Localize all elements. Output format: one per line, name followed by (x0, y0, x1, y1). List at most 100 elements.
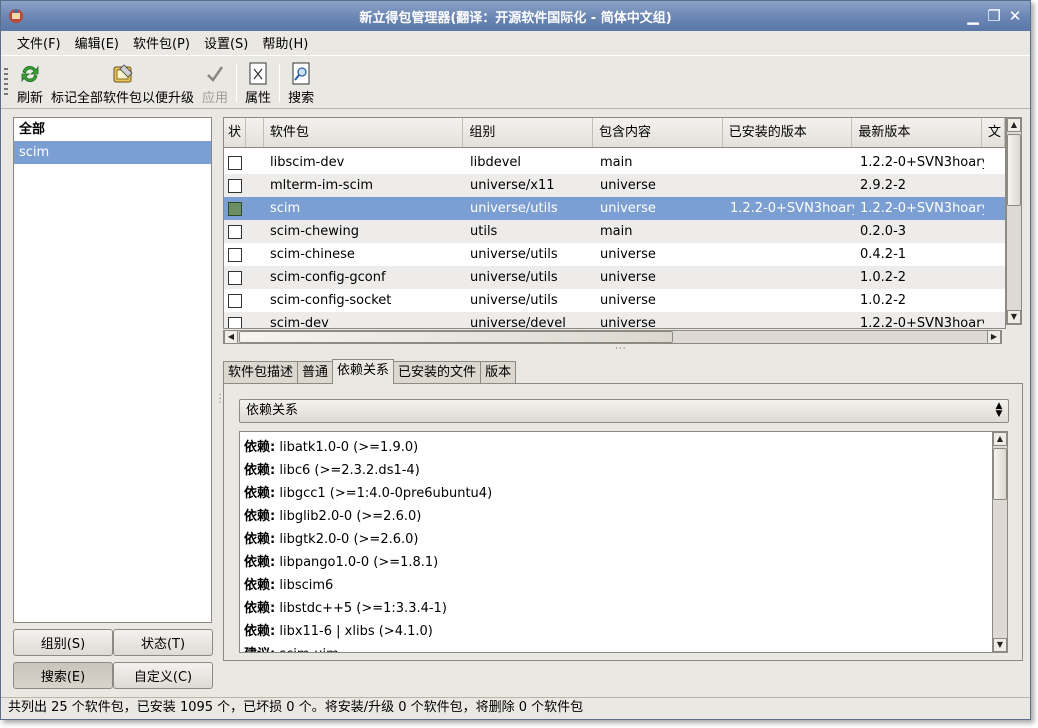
dependency-item[interactable]: 依赖: libgtk2.0-0 (>=2.6.0) (244, 528, 1002, 551)
sections-button[interactable]: 组别(S) (13, 629, 113, 656)
column-header-component[interactable]: 包含内容 (593, 118, 723, 147)
scroll-right-icon[interactable]: ▶ (987, 330, 1001, 344)
dependency-item[interactable]: 依赖: libx11-6 | xlibs (>4.1.0) (244, 620, 1002, 643)
toolbar-separator (236, 64, 238, 102)
refresh-button[interactable]: 刷新 (13, 56, 47, 106)
status-button[interactable]: 状态(T) (113, 629, 213, 656)
search-results-button[interactable]: 搜索(E) (13, 662, 113, 689)
details-tabs: 软件包描述 普通 依赖关系 已安装的文件 版本 (223, 359, 517, 385)
dependency-type-label: 依赖: (244, 555, 276, 570)
mark-all-upgrades-button[interactable]: 标记全部软件包以便升级 (47, 56, 198, 106)
filter-item-all[interactable]: 全部 (14, 118, 211, 141)
tab-installed-files[interactable]: 已安装的文件 (393, 361, 482, 385)
package-status-checkbox[interactable] (228, 201, 242, 216)
package-status-checkbox[interactable] (228, 247, 242, 262)
table-row[interactable]: scim-config-gconf universe/utils universe 1… (224, 266, 1005, 289)
scroll-down-icon[interactable]: ▼ (993, 638, 1007, 652)
dependency-item[interactable]: 依赖: libglib2.0-0 (>=2.6.0) (244, 505, 1002, 528)
package-status-checkbox[interactable] (228, 293, 242, 308)
scroll-thumb[interactable] (1007, 134, 1021, 206)
table-row[interactable]: scim-dev universe/devel universe 1.2.2-0+SV… (224, 312, 1005, 329)
dependency-item[interactable]: 建议: scim-uim (244, 643, 1002, 652)
table-row[interactable]: scim universe/utils universe 1.2.2-0+SVN3ho… (224, 197, 1005, 220)
package-status-checkbox[interactable] (228, 316, 242, 328)
mark-all-upgrades-label: 标记全部软件包以便升级 (51, 91, 195, 106)
column-header-size[interactable]: 文 (982, 118, 1005, 147)
tab-description[interactable]: 软件包描述 (223, 361, 299, 385)
table-row[interactable]: libscim-dev libdevel main 1.2.2-0+SVN3hoary (224, 151, 1005, 174)
menu-help[interactable]: 帮助(H) (256, 33, 314, 52)
main-window: 新立得包管理器(翻译：开源软件国际化 - 简体中文组) ▁ ❐ ✕ 文件(F) … (0, 0, 1031, 720)
scroll-thumb[interactable] (993, 448, 1007, 500)
refresh-icon (19, 62, 41, 86)
menu-edit[interactable]: 编辑(E) (69, 33, 125, 52)
dependency-item[interactable]: 依赖: libscim6 (244, 574, 1002, 597)
package-table-header: 状 软件包 组别 包含内容 已安装的版本 最新版本 文 (224, 118, 1005, 148)
pane-splitter-handle[interactable]: ··· (615, 344, 627, 354)
menu-settings[interactable]: 设置(S) (198, 33, 254, 52)
column-header-status[interactable]: 状 (224, 118, 246, 147)
scroll-thumb[interactable] (239, 331, 673, 343)
dependency-item[interactable]: 依赖: libatk1.0-0 (>=1.9.0) (244, 436, 1002, 459)
dependency-list-vscroll[interactable]: ▲ ▼ (992, 431, 1008, 653)
package-table-hscroll[interactable]: ◀ ▶ (223, 330, 1002, 344)
search-button[interactable]: 搜索 (284, 56, 318, 106)
tab-versions[interactable]: 版本 (480, 361, 517, 385)
apply-button[interactable]: 应用 (198, 56, 232, 106)
dependency-package: libscim6 (279, 578, 334, 593)
dependency-package: libglib2.0-0 (>=2.6.0) (279, 509, 422, 524)
package-name-cell: scim-dev (270, 316, 329, 329)
toolbar-separator (279, 64, 281, 102)
restore-icon[interactable]: ❐ (985, 7, 1003, 25)
table-row[interactable]: scim-chinese universe/utils universe 0.4.2-… (224, 243, 1005, 266)
package-status-checkbox[interactable] (228, 155, 242, 170)
table-row[interactable]: mlterm-im-scim universe/x11 universe 2.9.2-… (224, 174, 1005, 197)
package-status-checkbox[interactable] (228, 270, 242, 285)
minimize-icon[interactable]: ▁ (964, 7, 982, 25)
search-label: 搜索 (288, 91, 315, 106)
package-name-cell: mlterm-im-scim (270, 178, 374, 193)
component-cell: universe (600, 316, 656, 329)
dependency-item[interactable]: 依赖: libc6 (>=2.3.2.ds1-4) (244, 459, 1002, 482)
dependency-item[interactable]: 依赖: libgcc1 (>=1:4.0-0pre6ubuntu4) (244, 482, 1002, 505)
custom-filter-button[interactable]: 自定义(C) (113, 662, 213, 689)
dependency-item[interactable]: 依赖: libpango1.0-0 (>=1.8.1) (244, 551, 1002, 574)
package-status-checkbox[interactable] (228, 224, 242, 239)
scroll-down-icon[interactable]: ▼ (1007, 310, 1021, 324)
section-cell: libdevel (470, 155, 522, 170)
package-status-checkbox[interactable] (228, 178, 242, 193)
scroll-up-icon[interactable]: ▲ (1007, 118, 1021, 132)
scroll-up-icon[interactable]: ▲ (993, 432, 1007, 446)
column-header-installed-version[interactable]: 已安装的版本 (723, 118, 853, 147)
tab-dependencies[interactable]: 依赖关系 (332, 359, 395, 384)
dependency-type-label: 依赖: (244, 601, 276, 616)
tab-common[interactable]: 普通 (297, 361, 334, 385)
latest-version-cell: 1.2.2-0+SVN3hoary (860, 316, 984, 329)
table-row[interactable]: scim-chewing utils main 0.2.0-3 (224, 220, 1005, 243)
menu-file[interactable]: 文件(F) (11, 33, 67, 52)
properties-button[interactable]: 属性 (241, 56, 275, 106)
latest-version-cell: 2.9.2-2 (860, 178, 907, 193)
package-table-vscroll[interactable]: ▲ ▼ (1006, 117, 1022, 325)
column-header-latest-version[interactable]: 最新版本 (852, 118, 983, 147)
column-header-section[interactable]: 组别 (463, 118, 594, 147)
title-bar[interactable]: 新立得包管理器(翻译：开源软件国际化 - 简体中文组) ▁ ❐ ✕ (1, 1, 1030, 31)
filter-list: 全部 scim (13, 117, 212, 623)
section-cell: utils (470, 224, 498, 239)
dependency-item[interactable]: 依赖: libstdc++5 (>=1:3.3.4-1) (244, 597, 1002, 620)
dependency-type-label: 依赖: (244, 509, 276, 524)
scroll-left-icon[interactable]: ◀ (224, 330, 238, 344)
dependency-view-value: 依赖关系 (246, 403, 299, 418)
toolbar-grip[interactable] (4, 68, 8, 98)
column-header-package[interactable]: 软件包 (264, 118, 464, 147)
package-name-cell: scim-config-socket (270, 293, 392, 308)
package-table: 状 软件包 组别 包含内容 已安装的版本 最新版本 文 libscim-dev l… (223, 117, 1006, 329)
close-icon[interactable]: ✕ (1006, 7, 1024, 25)
status-text: 共列出 25 个软件包，已安装 1095 个，已坏损 0 个。将安装/升级 0 … (8, 700, 584, 715)
package-name-cell: scim-chewing (270, 224, 360, 239)
menu-package[interactable]: 软件包(P) (127, 33, 196, 52)
filter-item-scim[interactable]: scim (14, 141, 211, 164)
custom-filter-button-label: 自定义(C) (133, 670, 193, 685)
dependency-view-select[interactable]: 依赖关系 ▲ ▼ (239, 399, 1009, 423)
table-row[interactable]: scim-config-socket universe/utils universe… (224, 289, 1005, 312)
